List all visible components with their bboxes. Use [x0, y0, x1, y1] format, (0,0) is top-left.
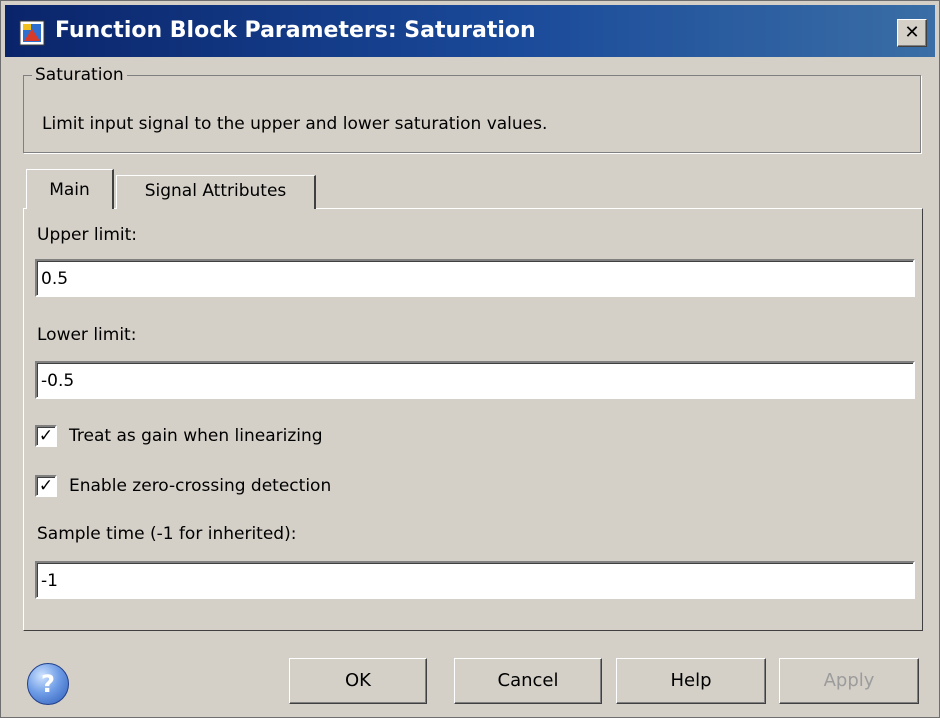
zero-crossing-label[interactable]: Enable zero-crossing detection [69, 474, 331, 498]
title-bar[interactable]: Function Block Parameters: Saturation ✕ [5, 5, 935, 57]
lower-limit-field[interactable] [35, 361, 915, 399]
tab-signal-attributes[interactable]: Signal Attributes [116, 175, 316, 209]
upper-limit-label: Upper limit: [37, 225, 137, 245]
treat-as-gain-checkbox[interactable]: ✓ [35, 425, 57, 447]
lower-limit-label: Lower limit: [37, 325, 137, 345]
zero-crossing-checkbox[interactable]: ✓ [35, 475, 57, 497]
upper-limit-input[interactable] [41, 266, 901, 292]
simulink-block-icon [19, 20, 45, 46]
close-icon: ✕ [904, 22, 920, 43]
sample-time-input[interactable] [41, 568, 901, 594]
help-icon[interactable]: ? [27, 663, 69, 705]
apply-button[interactable]: Apply [779, 658, 919, 704]
block-description-group: Saturation Limit input signal to the upp… [23, 64, 921, 153]
upper-limit-field[interactable] [35, 259, 915, 297]
close-button[interactable]: ✕ [897, 19, 927, 47]
group-legend: Saturation [32, 64, 127, 86]
checkmark-icon: ✓ [38, 426, 54, 446]
help-button[interactable]: Help [616, 658, 766, 704]
checkmark-icon: ✓ [38, 476, 54, 496]
question-mark-icon: ? [41, 670, 55, 698]
window-title: Function Block Parameters: Saturation [55, 18, 536, 43]
sample-time-label: Sample time (-1 for inherited): [37, 524, 297, 544]
dialog-window: Function Block Parameters: Saturation ✕ … [0, 0, 940, 718]
ok-button[interactable]: OK [289, 658, 427, 704]
tab-main[interactable]: Main [26, 169, 114, 209]
sample-time-field[interactable] [35, 561, 915, 599]
cancel-button[interactable]: Cancel [454, 658, 602, 704]
block-description: Limit input signal to the upper and lowe… [42, 114, 548, 134]
treat-as-gain-label[interactable]: Treat as gain when linearizing [69, 424, 323, 448]
lower-limit-input[interactable] [41, 368, 901, 394]
